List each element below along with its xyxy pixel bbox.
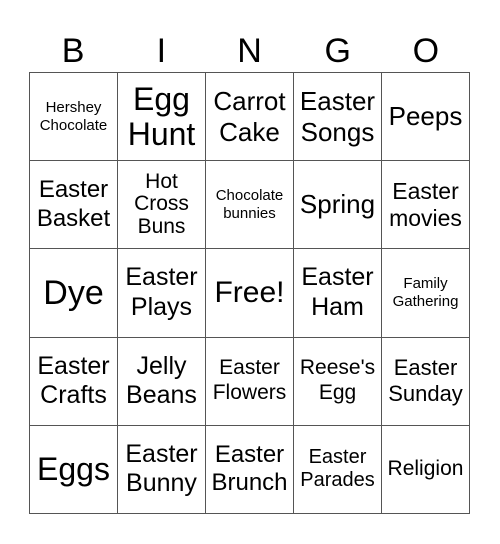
header-letter-o: O <box>412 32 440 70</box>
bingo-cell[interactable]: Easter Songs <box>294 73 382 162</box>
bingo-cell[interactable]: Jelly Beans <box>118 337 206 426</box>
bingo-cell[interactable]: Easter Ham <box>294 249 382 338</box>
bingo-cell[interactable]: Religion <box>382 425 470 514</box>
bingo-cell[interactable]: Hershey Chocolate <box>30 73 118 162</box>
bingo-cell[interactable]: Easter Basket <box>30 161 118 250</box>
bingo-card-grid: Hershey Chocolate Egg Hunt Carrot Cake E… <box>29 72 470 514</box>
bingo-cell[interactable]: Spring <box>294 161 382 250</box>
header-letter-n: N <box>237 32 262 70</box>
bingo-cell[interactable]: Dye <box>30 249 118 338</box>
bingo-cell[interactable]: Carrot Cake <box>206 73 294 162</box>
bingo-cell[interactable]: Easter Parades <box>294 425 382 514</box>
bingo-cell[interactable]: Chocolate bunnies <box>206 161 294 250</box>
bingo-cell[interactable]: Easter Crafts <box>30 337 118 426</box>
bingo-cell[interactable]: Egg Hunt <box>118 73 206 162</box>
bingo-cell[interactable]: Reese's Egg <box>294 337 382 426</box>
bingo-cell[interactable]: Easter Flowers <box>206 337 294 426</box>
header-letter-i: I <box>156 32 167 70</box>
bingo-cell[interactable]: Easter movies <box>382 161 470 250</box>
bingo-cell[interactable]: Easter Plays <box>118 249 206 338</box>
bingo-cell[interactable]: Family Gathering <box>382 249 470 338</box>
bingo-cell[interactable]: Hot Cross Buns <box>118 161 206 250</box>
bingo-cell[interactable]: Easter Brunch <box>206 425 294 514</box>
bingo-cell[interactable]: Eggs <box>30 425 118 514</box>
bingo-header: B I N G O <box>29 30 470 72</box>
header-letter-b: B <box>61 32 85 70</box>
bingo-cell[interactable]: Easter Sunday <box>382 337 470 426</box>
bingo-cell[interactable]: Easter Bunny <box>118 425 206 514</box>
header-letter-g: G <box>324 32 351 70</box>
free-space-cell[interactable]: Free! <box>206 249 294 338</box>
bingo-cell[interactable]: Peeps <box>382 73 470 162</box>
